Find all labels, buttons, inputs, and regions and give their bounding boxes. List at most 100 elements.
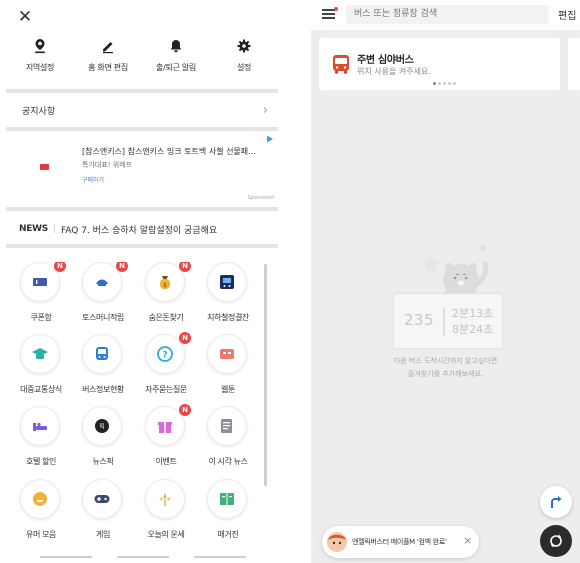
side-menu-panel: ✕ 지역설정 홈 화면 편집 출/퇴근 알림 설정 공지사항 › [참스앤키스]…: [0, 0, 284, 563]
grid-item-icon-circle: [207, 479, 247, 519]
toss-icon: [96, 279, 108, 286]
newspick-icon: 픽: [95, 419, 109, 433]
grid-item-label: 토스머니적립: [82, 313, 124, 322]
grid-item[interactable]: 지하철정결잔: [198, 262, 258, 332]
card-title: 주변 심야버스: [357, 55, 414, 66]
quick-item-settings[interactable]: 설정: [210, 38, 278, 78]
example-arrival-time-1: 2분13초: [452, 307, 494, 320]
ad-banner[interactable]: [참스앤키스] 참스앤키스 밍크 토트백 사첼 선물패키… 특가대표! 위메프 …: [6, 131, 278, 205]
ad-brand-logo: [40, 164, 49, 170]
magazine-icon: [220, 493, 234, 505]
grid-item-icon-circle: [82, 479, 122, 519]
search-input[interactable]: [346, 5, 549, 24]
quick-item-commute-alarm[interactable]: 출/퇴근 알림: [142, 38, 210, 78]
smile-icon: [33, 492, 47, 506]
quick-item-label: 지역설정: [25, 63, 55, 72]
grid-item[interactable]: 픽뉴스픽: [73, 406, 133, 476]
notice-row[interactable]: 공지사항 ›: [6, 96, 278, 124]
grid-item-label: 웹툰: [221, 385, 235, 394]
grid-item[interactable]: 버스정보현황: [73, 334, 133, 404]
divider: [6, 244, 278, 248]
ad-buy-link[interactable]: 구매하기: [82, 175, 104, 184]
grid-item-label: 이 시각 뉴스: [208, 457, 248, 466]
card-subtitle: 위치 사용을 켜주세요.: [357, 67, 431, 76]
directions-button[interactable]: [540, 486, 572, 518]
grid-item-icon-circle: [20, 334, 60, 374]
close-icon[interactable]: ✕: [16, 8, 34, 26]
news-tag: NEWS: [19, 224, 48, 234]
grid-scrollbar[interactable]: [264, 264, 267, 486]
fortune-icon: [159, 493, 171, 506]
chevron-right-icon: ›: [262, 102, 268, 118]
example-arrival-time-2: 8분24초: [452, 323, 494, 336]
grid-pager: [40, 556, 246, 558]
grid-item[interactable]: N 이벤트: [136, 404, 196, 476]
location-pin-icon: [35, 39, 45, 54]
promo-toast[interactable]: 엔젤릭버스터 메이플M '컴백 완료' ×: [322, 526, 479, 558]
new-badge: N: [179, 332, 191, 344]
grid-item[interactable]: $ N 숨은돈찾기: [136, 262, 196, 332]
ad-subtitle: 특가대표! 위메프: [82, 161, 133, 169]
directions-arrow-icon: [551, 496, 562, 508]
subway-icon: [220, 275, 234, 289]
bed-icon: [33, 422, 47, 431]
grid-item[interactable]: 웹툰: [198, 334, 258, 404]
grid-item[interactable]: 호텔 할인: [11, 406, 71, 476]
money-bag-icon: $: [160, 276, 170, 289]
webtoon-icon: [220, 349, 234, 359]
new-badge: N: [179, 404, 191, 416]
menu-new-dot: [334, 7, 338, 11]
new-badge: N: [54, 262, 66, 272]
top-bar: 편집: [311, 0, 580, 30]
svg-text:?: ?: [162, 351, 167, 361]
divider: [6, 89, 278, 93]
grid-item-icon-circle: [207, 262, 247, 302]
bus-icon: [96, 347, 108, 360]
grid-item[interactable]: 유머 모음: [11, 479, 71, 549]
grid-item-icon-circle: 픽: [82, 406, 122, 446]
svg-text:$: $: [163, 282, 167, 289]
quick-item-label: 설정: [236, 63, 252, 72]
arrival-example-box: 235 2분13초 8분24초: [393, 293, 503, 349]
grid-item[interactable]: N 토스머니적립: [73, 262, 133, 332]
quick-item-region[interactable]: 지역설정: [6, 38, 74, 78]
menu-icon[interactable]: [322, 7, 338, 21]
bell-icon: [170, 40, 182, 53]
coupon-icon: [33, 278, 47, 286]
grid-item-icon-circle: [20, 479, 60, 519]
grid-item[interactable]: 대중교통상식: [11, 334, 71, 404]
quick-item-label: 홈 화면 편집: [88, 63, 128, 72]
quick-item-home-edit[interactable]: 홈 화면 편집: [74, 38, 142, 78]
example-stop-number: 235: [404, 311, 435, 329]
gamepad-icon: [94, 495, 110, 503]
home-panel: 편집 주변 심야버스 위치 사용을 켜주세요. 235 2분13초 8분24초 …: [311, 0, 580, 563]
ad-choices-icon[interactable]: [266, 135, 274, 143]
grid-item-icon-circle: [207, 334, 247, 374]
grid-item[interactable]: 매거진: [198, 479, 258, 549]
service-grid: N 쿠폰함 N 토스머니적립 $ N 숨은돈찾기 지하철정결잔 대중교통상식 버스정보현황? N 자주…: [11, 262, 263, 552]
empty-message-line2: 즐겨찾기를 추가해보세요.: [407, 370, 484, 378]
example-divider: [443, 308, 445, 336]
svg-text:픽: 픽: [99, 423, 105, 431]
refresh-icon: [550, 534, 562, 548]
edit-button[interactable]: 편집: [558, 7, 576, 22]
new-badge: N: [179, 262, 191, 272]
grid-item[interactable]: 오늘의 운세: [136, 479, 196, 549]
grid-item-label: 뉴스픽: [92, 457, 114, 466]
notice-label: 공지사항: [22, 106, 56, 117]
pencil-icon: [103, 42, 113, 54]
gift-icon: [158, 422, 172, 433]
news-ticker[interactable]: NEWS | FAQ 7. 버스 승하차 알람설정이 궁금해요: [6, 215, 278, 243]
grid-item[interactable]: N 쿠폰함: [11, 262, 71, 332]
grid-item[interactable]: 게임: [73, 479, 133, 549]
grid-item-label: 게임: [96, 530, 110, 539]
gear-icon: [237, 39, 251, 53]
grid-item[interactable]: 이 시각 뉴스: [198, 406, 258, 476]
character-avatar-icon: [327, 532, 347, 552]
refresh-button[interactable]: [540, 525, 572, 557]
divider: [6, 207, 278, 211]
close-icon[interactable]: ×: [463, 534, 472, 548]
ad-title: [참스앤키스] 참스앤키스 밍크 토트백 사첼 선물패키…: [82, 147, 262, 156]
next-card-peek[interactable]: [568, 38, 580, 90]
grid-item[interactable]: ? N 자주묻는질문: [136, 332, 196, 404]
